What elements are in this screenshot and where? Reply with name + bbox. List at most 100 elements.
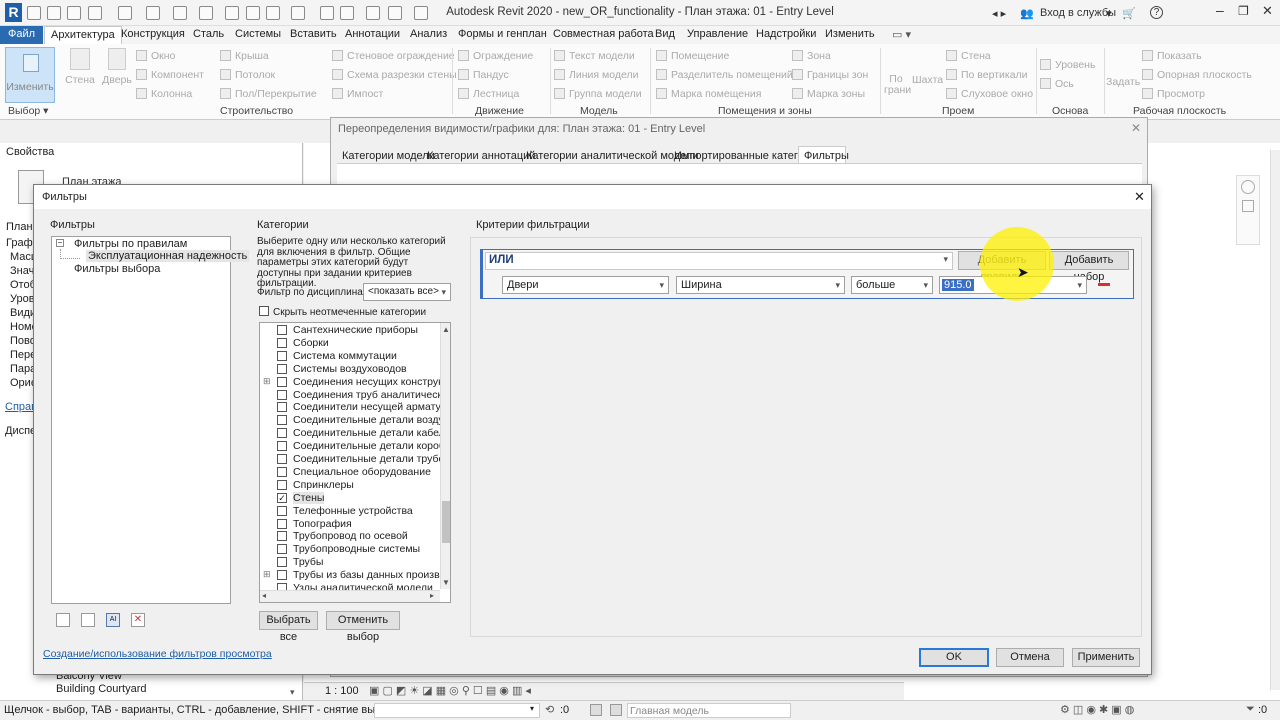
search-arrows-icon[interactable]: ◂ ▸ (992, 7, 1006, 20)
close-icon[interactable]: ✕ (1131, 121, 1141, 135)
ok-button[interactable]: OK (919, 648, 989, 667)
scroll-left-icon[interactable]: ◂ (262, 591, 266, 600)
new-filter-icon[interactable] (56, 613, 70, 627)
tab-insert[interactable]: Вставить (290, 28, 337, 40)
duplicate-filter-icon[interactable] (81, 613, 95, 627)
by-face-button[interactable]: По грани (884, 74, 911, 96)
users-icon[interactable]: 👥 (1020, 7, 1034, 20)
cart-icon[interactable]: 🛒 (1122, 7, 1136, 20)
vg-tab-annotation[interactable]: Категории аннотаций (427, 150, 535, 162)
workset-field[interactable] (374, 703, 540, 718)
checkbox-icon[interactable] (277, 505, 287, 516)
component-button[interactable]: Компонент (136, 69, 204, 81)
operator-select[interactable]: ИЛИ ▾ (485, 252, 953, 270)
group-select[interactable]: Выбор ▾ (8, 105, 48, 117)
stair-button[interactable]: Лестница (458, 88, 519, 100)
rename-filter-icon[interactable]: AI (106, 613, 120, 627)
add-set-button[interactable]: Добавить набор (1049, 251, 1129, 283)
hide-unchecked-checkbox[interactable]: Скрыть неотмеченные категории (259, 306, 426, 318)
checkbox-icon[interactable] (277, 557, 287, 568)
ceiling-button[interactable]: Потолок (220, 69, 275, 81)
dormer-button[interactable]: Слуховое окно (946, 88, 1033, 100)
close-icon[interactable]: ✕ (1134, 189, 1145, 205)
tab-architecture[interactable]: Архитектура (44, 26, 122, 44)
column-button[interactable]: Колонна (136, 88, 192, 100)
help-icon[interactable]: ? (1150, 6, 1163, 19)
select-all-button[interactable]: Выбрать все (259, 611, 318, 643)
checkbox-icon[interactable] (277, 454, 287, 464)
curtain-system-button[interactable]: Стеновое ограждение (332, 50, 455, 62)
remove-rule-icon[interactable] (1098, 283, 1110, 286)
tab-file[interactable]: Файл (0, 26, 44, 44)
model-text-button[interactable]: Текст модели (554, 50, 635, 62)
set-workplane-button[interactable]: Задать (1106, 76, 1140, 88)
scroll-down-icon[interactable]: ▾ (290, 687, 295, 698)
close-icon[interactable]: ✕ (1262, 3, 1273, 19)
cancel-button[interactable]: Отмена (996, 648, 1064, 667)
filter-icon[interactable]: ⏷ (1246, 703, 1255, 716)
vg-tab-analytical[interactable]: Категории аналитической модели (526, 150, 699, 162)
checkbox-icon[interactable] (277, 441, 287, 452)
tab-view[interactable]: Вид (655, 28, 675, 40)
prop-row[interactable]: Уров (10, 293, 35, 305)
apply-button[interactable]: Применить (1072, 648, 1140, 667)
chevron-down-icon[interactable]: ▾ (530, 704, 534, 713)
view-scale[interactable]: 1 : 100 (325, 685, 359, 697)
checkbox-icon[interactable] (277, 415, 287, 426)
signin-label[interactable]: Вход в службы (1040, 7, 1116, 19)
show-workplane-button[interactable]: Показать (1142, 50, 1202, 62)
curtain-grid-button[interactable]: Схема разрезки стены (332, 69, 457, 81)
editable-only-icon[interactable]: ⟲ (545, 703, 554, 716)
tree-rule-filter-item[interactable]: Эксплуатационная надежность (86, 250, 250, 262)
checkbox-icon[interactable] (277, 402, 287, 413)
checkbox-icon[interactable] (277, 479, 287, 490)
mullion-button[interactable]: Импост (332, 88, 383, 100)
checkbox-icon[interactable] (277, 531, 287, 542)
area-boundary-button[interactable]: Границы зон (792, 69, 868, 81)
view-controls-icon[interactable]: ▣ ▢ ◩ ☀ ◪ ▦ ◎ ⚲ ☐ ▤ ◉ ▥ ◂ (369, 684, 531, 697)
help-link[interactable]: Создание/использование фильтров просмотр… (43, 648, 272, 660)
checkbox-icon[interactable] (277, 350, 287, 361)
rule-condition-select[interactable]: больше ▾ (851, 276, 933, 294)
vertical-opening-button[interactable]: По вертикали (946, 69, 1028, 81)
checkbox-icon[interactable] (277, 570, 287, 581)
delete-filter-icon[interactable]: ✕ (131, 613, 145, 627)
room-separator-button[interactable]: Разделитель помещений (656, 69, 793, 81)
tab-manage[interactable]: Управление (687, 28, 748, 40)
door-button[interactable]: Дверь (100, 48, 134, 86)
deselect-all-button[interactable]: Отменить выбор (326, 611, 400, 643)
maximize-icon[interactable]: ❐ (1238, 4, 1249, 18)
checkbox-icon[interactable] (277, 389, 287, 400)
checkbox-icon[interactable] (277, 337, 287, 348)
wall-button[interactable]: Стена (65, 48, 95, 86)
scroll-right-icon[interactable]: ▸ (430, 591, 434, 600)
steering-wheel-icon[interactable] (1241, 180, 1255, 194)
design-options-icon[interactable] (590, 704, 602, 716)
viewer-button[interactable]: Просмотр (1142, 88, 1205, 100)
tab-systems[interactable]: Системы (235, 28, 281, 40)
scroll-up-icon[interactable]: ▲ (442, 325, 450, 334)
model-group-button[interactable]: Группа модели (554, 88, 642, 100)
rule-parameter-select[interactable]: Ширина ▾ (676, 276, 845, 294)
tree-selection-filters[interactable]: Фильтры выбора (74, 263, 160, 275)
grid-button[interactable]: Ось (1040, 78, 1074, 90)
window-button[interactable]: Окно (136, 50, 175, 62)
main-model-icon[interactable] (610, 704, 622, 716)
scroll-down-icon[interactable]: ▼ (442, 578, 450, 587)
wall-opening-button[interactable]: Стена (946, 50, 991, 62)
expand-icon[interactable]: ⊞ (263, 569, 271, 580)
room-tag-button[interactable]: Марка помещения (656, 88, 761, 100)
vg-tab-model[interactable]: Категории модели (342, 150, 435, 162)
design-option-field[interactable]: Главная модель (627, 703, 791, 718)
floor-button[interactable]: Пол/Перекрытие (220, 88, 317, 100)
ramp-button[interactable]: Пандус (458, 69, 509, 81)
canvas-scrollbar[interactable] (1270, 150, 1280, 690)
checkbox-icon[interactable] (277, 466, 287, 477)
prop-row[interactable]: Пово (10, 335, 36, 347)
zoom-icon[interactable] (1242, 200, 1254, 212)
room-button[interactable]: Помещение (656, 50, 729, 62)
tab-modify[interactable]: Изменить (825, 28, 875, 40)
railing-button[interactable]: Ограждение (458, 50, 533, 62)
discipline-select[interactable]: <показать все> ▾ (363, 283, 451, 301)
checkbox-icon[interactable] (277, 583, 287, 590)
